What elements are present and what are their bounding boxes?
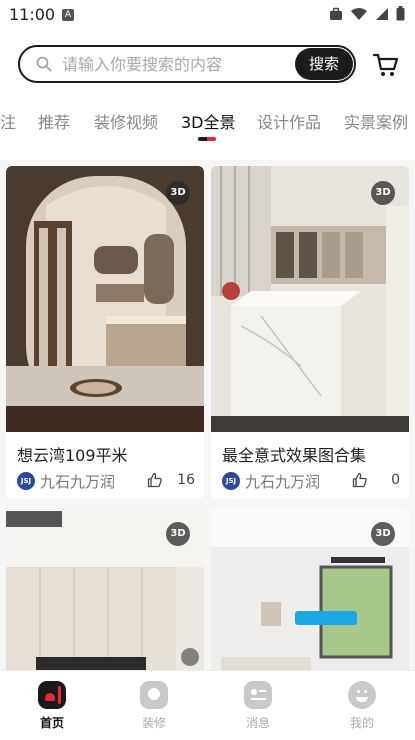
signal-icon [376, 7, 388, 20]
briefcase-icon [330, 7, 342, 20]
active-tab-indicator [198, 137, 216, 141]
wifi-icon [351, 7, 367, 20]
nav-label: 消息 [245, 716, 270, 730]
search-box[interactable]: 搜索 [18, 45, 356, 83]
feed-card[interactable]: 3D 想云湾109平米 JSJ 九石九万润 16 [6, 166, 204, 499]
author-name[interactable]: 九石九万润 [245, 471, 320, 492]
tab-3d-panorama[interactable]: 3D全景 [181, 109, 236, 133]
card-author-row: JSJ 九石九万润 16 [17, 471, 197, 493]
feed-card[interactable]: 3D [211, 507, 409, 670]
card-author-row: JSJ 九石九万润 0 [222, 471, 402, 493]
search-button[interactable]: 搜索 [295, 48, 353, 80]
battery-icon [396, 6, 405, 21]
notification-app-icon: A [62, 9, 74, 21]
card-title: 最全意式效果图合集 [222, 446, 367, 465]
badge-3d: 3D [166, 522, 190, 546]
card-title: 想云湾109平米 [17, 446, 128, 465]
nav-label: 首页 [39, 716, 64, 730]
like-count: 0 [391, 472, 400, 488]
tab-design-works[interactable]: 设计作品 [257, 109, 321, 133]
profile-icon [348, 681, 376, 709]
shopping-cart-icon[interactable] [372, 52, 400, 78]
tab-real-cases[interactable]: 实景案例 [344, 109, 408, 133]
tab-follow[interactable]: 注 [0, 109, 16, 133]
thumbs-up-icon[interactable] [147, 472, 163, 488]
nav-messages[interactable]: 消息 [228, 681, 288, 731]
feed-card[interactable]: 3D 最全意式效果图合集 JSJ 九石九万润 0 [211, 166, 409, 499]
home-icon [38, 681, 66, 709]
card-image-entryway [6, 166, 204, 432]
badge-3d: 3D [371, 522, 395, 546]
card-image-kitchen [211, 166, 409, 432]
nav-label: 我的 [349, 716, 374, 730]
like-count: 16 [177, 472, 195, 488]
nav-label: 装修 [141, 716, 166, 730]
search-input[interactable] [62, 53, 292, 75]
nav-profile[interactable]: 我的 [332, 681, 392, 731]
thumbs-up-icon[interactable] [352, 472, 368, 488]
feed-card[interactable]: 3D [6, 507, 204, 670]
badge-3d: 3D [371, 181, 395, 205]
nav-renovation[interactable]: 装修 [124, 681, 184, 731]
author-avatar[interactable]: JSJ [222, 472, 240, 490]
nav-home[interactable]: 首页 [22, 681, 82, 731]
badge-3d: 3D [166, 181, 190, 205]
content-feed: 3D 想云湾109平米 JSJ 九石九万润 16 3D 最全意式效果图合集 JS… [0, 160, 415, 670]
tab-recommend[interactable]: 推荐 [38, 109, 70, 133]
status-icons [329, 6, 405, 21]
bottom-navigation: 首页 装修 消息 我的 [0, 670, 415, 740]
status-bar: 11:00 A [0, 0, 415, 32]
status-time: 11:00 [9, 5, 56, 24]
search-icon [36, 56, 52, 72]
author-avatar[interactable]: JSJ [17, 472, 35, 490]
author-name[interactable]: 九石九万润 [40, 471, 115, 492]
renovation-icon [140, 681, 168, 709]
tab-renovation-video[interactable]: 装修视频 [94, 109, 158, 133]
category-tabs: 注 推荐 装修视频 3D全景 设计作品 实景案例 [0, 105, 415, 145]
message-icon [244, 681, 272, 709]
search-row: 搜索 [0, 42, 415, 88]
